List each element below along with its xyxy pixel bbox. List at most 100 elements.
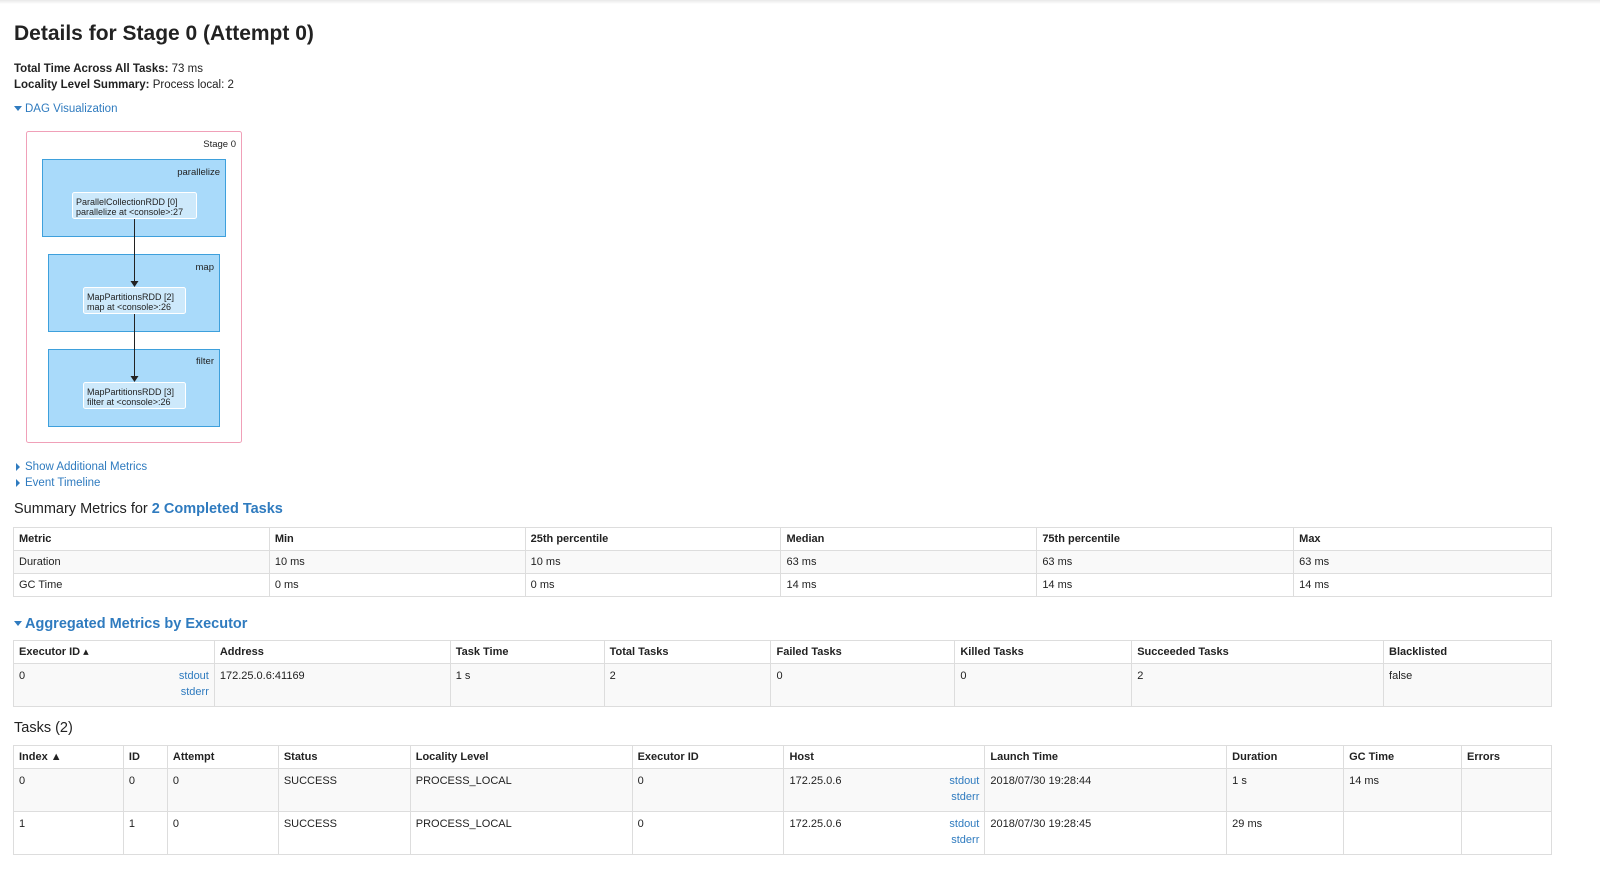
column-header[interactable]: Launch Time <box>984 745 1228 769</box>
table-cell: 0 <box>13 768 124 812</box>
host-cell: 172.25.0.6 stdout stderr <box>783 768 986 812</box>
column-header[interactable]: Blacklisted <box>1383 640 1552 664</box>
column-header[interactable]: Duration <box>1226 745 1345 769</box>
event-timeline-label: Event Timeline <box>25 477 101 489</box>
table-row: 0 0 0 SUCCESS PROCESS_LOCAL 0 172.25.0.6… <box>13 768 1553 812</box>
locality-line: Locality Level Summary: Process local: 2 <box>14 77 234 93</box>
column-header[interactable]: Errors <box>1460 745 1553 769</box>
column-header[interactable]: Address <box>213 640 451 664</box>
show-additional-metrics-toggle[interactable]: Show Additional Metrics <box>14 461 147 473</box>
table-cell: 0 <box>631 768 785 812</box>
event-timeline-toggle[interactable]: Event Timeline <box>14 477 100 489</box>
table-cell: PROCESS_LOCAL <box>409 768 633 812</box>
table-cell: 10 ms <box>524 550 782 574</box>
stderr-link[interactable]: stderr <box>951 791 979 803</box>
top-nav-shadow <box>0 0 1600 4</box>
table-cell: 14 ms <box>1293 573 1552 597</box>
column-header[interactable]: Failed Tasks <box>770 640 956 664</box>
column-header[interactable]: ID <box>122 745 168 769</box>
locality-label: Locality Level Summary: <box>14 79 150 91</box>
table-cell: 14 ms <box>1036 573 1295 597</box>
tasks-table: Index ▲ ID Attempt Status Locality Level… <box>13 745 1553 855</box>
column-header[interactable]: Executor ID <box>631 745 785 769</box>
table-cell: 2 <box>1131 663 1385 707</box>
additional-metrics-label: Show Additional Metrics <box>25 461 148 473</box>
dag-toggle-label: DAG Visualization <box>25 103 118 115</box>
column-header: Metric <box>13 527 270 551</box>
table-cell: 14 ms <box>1343 768 1462 812</box>
table-cell: 63 ms <box>780 550 1038 574</box>
executor-metrics-table: Executor ID ▴ Address Task Time Total Ta… <box>13 640 1552 707</box>
column-header: 25th percentile <box>524 527 782 551</box>
table-cell: 2018/07/30 19:28:44 <box>984 768 1228 812</box>
table-cell <box>1460 768 1553 812</box>
host: 172.25.0.6 <box>789 818 842 830</box>
stderr-link[interactable]: stderr <box>181 686 209 698</box>
table-cell: 63 ms <box>1293 550 1552 574</box>
table-cell: 2018/07/30 19:28:45 <box>984 811 1228 855</box>
table-cell: 29 ms <box>1226 811 1345 855</box>
total-time-line: Total Time Across All Tasks: 73 ms <box>14 61 234 77</box>
column-header[interactable]: Status <box>277 745 411 769</box>
chevron-down-icon <box>14 106 22 112</box>
aggregated-metrics-toggle[interactable]: Aggregated Metrics by Executor <box>14 615 247 633</box>
column-header: Min <box>268 527 526 551</box>
rdd-node-line2: map at <console>:26 <box>87 302 171 312</box>
column-header-executor-id[interactable]: Executor ID ▴ <box>13 640 215 664</box>
table-row: GC Time 0 ms 0 ms 14 ms 14 ms 14 ms <box>13 573 1552 597</box>
table-header-row: Index ▲ ID Attempt Status Locality Level… <box>13 745 1553 769</box>
table-cell: PROCESS_LOCAL <box>409 811 633 855</box>
rdd-node-line1: ParallelCollectionRDD [0] <box>76 197 178 207</box>
column-header[interactable]: Succeeded Tasks <box>1131 640 1385 664</box>
summary-metrics-heading: Summary Metrics for 2 Completed Tasks <box>14 501 283 517</box>
summary-metrics-table: Metric Min 25th percentile Median 75th p… <box>13 527 1552 597</box>
column-header-index[interactable]: Index ▲ <box>13 745 124 769</box>
host-cell: 172.25.0.6 stdout stderr <box>783 811 986 855</box>
stage-summary: Total Time Across All Tasks: 73 ms Local… <box>14 61 234 93</box>
table-cell: 0 ms <box>268 573 526 597</box>
column-header[interactable]: Killed Tasks <box>954 640 1133 664</box>
table-cell: 0 <box>166 768 279 812</box>
table-cell: 0 ms <box>524 573 782 597</box>
table-cell: 0 <box>954 663 1133 707</box>
stderr-link[interactable]: stderr <box>951 834 979 846</box>
chevron-down-icon <box>14 621 22 627</box>
column-header[interactable]: Locality Level <box>409 745 633 769</box>
host-wrap: 172.25.0.6 stdout stderr <box>789 816 979 848</box>
executor-id: 0 <box>19 670 26 682</box>
column-header[interactable]: Total Tasks <box>603 640 772 664</box>
cluster-map-label: map <box>196 262 214 273</box>
column-header[interactable]: Host <box>783 745 986 769</box>
executor-id-cell: 0 stdout stderr <box>13 663 215 707</box>
table-cell: Duration <box>13 550 270 574</box>
page-title: Details for Stage 0 (Attempt 0) <box>14 22 314 45</box>
column-header: Max <box>1293 527 1552 551</box>
table-row: 1 1 0 SUCCESS PROCESS_LOCAL 0 172.25.0.6… <box>13 811 1553 855</box>
column-header[interactable]: GC Time <box>1343 745 1462 769</box>
column-header: 75th percentile <box>1036 527 1295 551</box>
completed-tasks-link[interactable]: 2 Completed Tasks <box>152 501 283 517</box>
table-cell: 14 ms <box>780 573 1038 597</box>
host: 172.25.0.6 <box>789 775 842 787</box>
stdout-link[interactable]: stdout <box>949 775 979 787</box>
column-header[interactable]: Attempt <box>166 745 279 769</box>
total-time-label: Total Time Across All Tasks: <box>14 63 169 75</box>
table-row: Duration 10 ms 10 ms 63 ms 63 ms 63 ms <box>13 550 1552 574</box>
chevron-right-icon <box>16 478 20 487</box>
table-header-row: Metric Min 25th percentile Median 75th p… <box>13 527 1552 551</box>
table-cell: 0 <box>770 663 956 707</box>
table-cell: 1 <box>122 811 168 855</box>
stdout-link[interactable]: stdout <box>179 670 209 682</box>
stdout-link[interactable]: stdout <box>949 818 979 830</box>
table-cell: false <box>1383 663 1552 707</box>
rdd-node-line2: parallelize at <console>:27 <box>76 207 183 217</box>
table-header-row: Executor ID ▴ Address Task Time Total Ta… <box>13 640 1552 664</box>
executor-id-wrap: 0 stdout stderr <box>19 668 209 700</box>
dag-visualization-toggle[interactable]: DAG Visualization <box>14 103 117 115</box>
table-cell: 10 ms <box>268 550 526 574</box>
total-time-value: 73 ms <box>171 63 203 75</box>
table-cell: 0 <box>166 811 279 855</box>
rdd-node-line1: MapPartitionsRDD [3] <box>87 387 174 397</box>
column-header[interactable]: Task Time <box>449 640 605 664</box>
log-links: stdout stderr <box>179 668 209 700</box>
